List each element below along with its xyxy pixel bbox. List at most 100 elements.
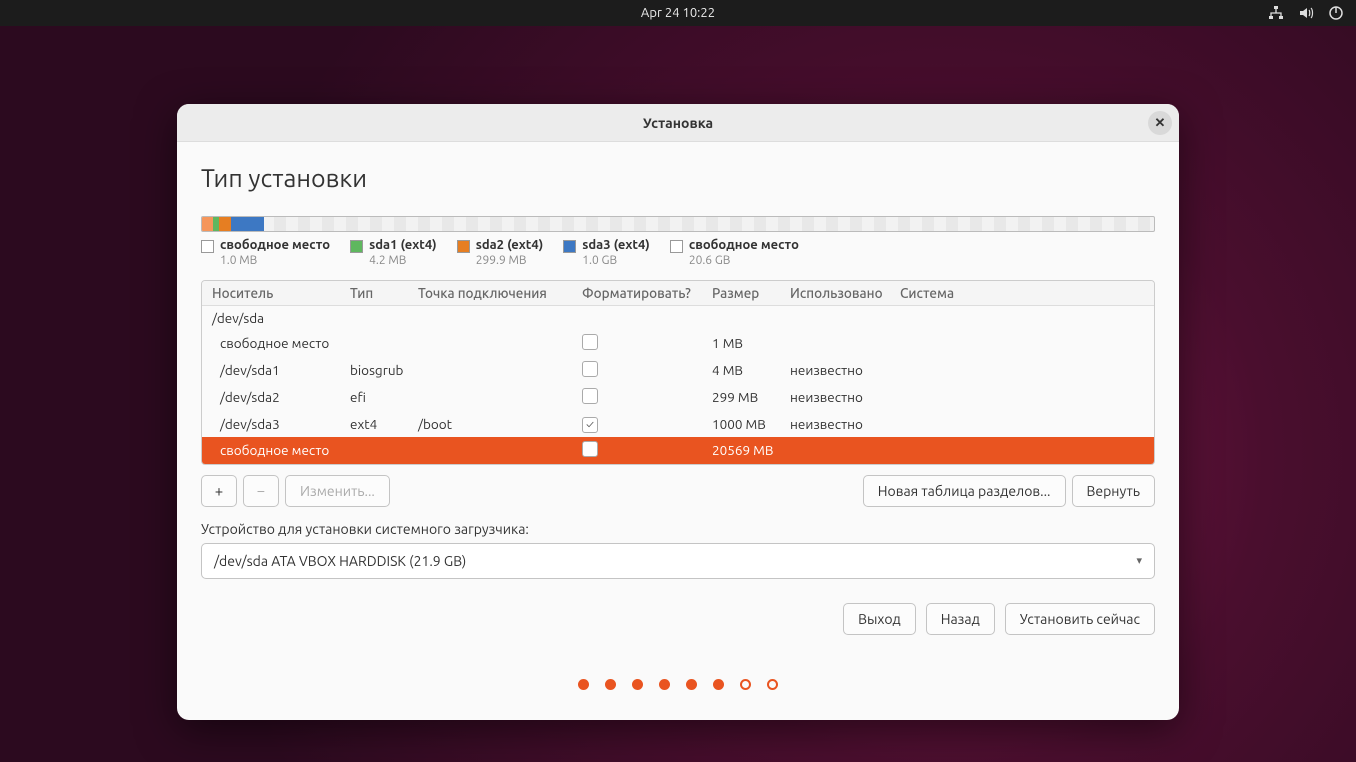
cell-type: ext4 [350, 416, 418, 432]
partition-legend: свободное место1.0 MBsda1 (ext4)4.2 MBsd… [201, 238, 1155, 268]
legend-swatch [457, 240, 470, 253]
table-row[interactable]: свободное место 1 MB [202, 330, 1154, 357]
format-checkbox[interactable] [582, 361, 598, 377]
close-icon: ✕ [1155, 116, 1166, 131]
cell-format [582, 361, 712, 380]
legend-swatch [670, 240, 683, 253]
quit-button[interactable]: Выход [843, 603, 916, 635]
legend-text: свободное место20.6 GB [689, 238, 799, 268]
page-dot [659, 679, 670, 690]
cell-device: /dev/sda3 [212, 416, 350, 432]
cell-format [582, 441, 712, 460]
bootloader-label: Устройство для установки системного загр… [201, 521, 1155, 537]
new-table-button[interactable]: Новая таблица разделов... [863, 475, 1066, 507]
disk-row[interactable]: /dev/sda [202, 306, 1154, 330]
partition-table: Носитель Тип Точка подключения Форматиро… [201, 280, 1155, 465]
col-format: Форматировать? [582, 285, 712, 301]
format-checkbox[interactable] [582, 417, 598, 433]
cell-format [582, 415, 712, 433]
col-mount: Точка подключения [418, 285, 582, 301]
format-checkbox[interactable] [582, 441, 598, 457]
cell-type: biosgrub [350, 362, 418, 378]
legend-name: sda1 (ext4) [369, 238, 437, 254]
table-row[interactable]: /dev/sda1biosgrub 4 MBнеизвестно [202, 357, 1154, 384]
legend-swatch [350, 240, 363, 253]
cell-size: 1000 MB [712, 416, 790, 432]
bootloader-dropdown[interactable]: /dev/sda ATA VBOX HARDDISK (21.9 GB) ▾ [201, 543, 1155, 579]
legend-name: sda2 (ext4) [476, 238, 544, 254]
table-row[interactable]: /dev/sda3ext4/boot 1000 MBнеизвестно [202, 411, 1154, 437]
legend-size: 1.0 MB [220, 254, 330, 268]
bootloader-value: /dev/sda ATA VBOX HARDDISK (21.9 GB) [214, 553, 466, 569]
remove-partition-button[interactable]: − [243, 475, 279, 507]
format-checkbox[interactable] [582, 334, 598, 350]
legend-text: sda2 (ext4)299.9 MB [476, 238, 544, 268]
change-partition-button[interactable]: Изменить... [285, 475, 390, 507]
back-button[interactable]: Назад [926, 603, 995, 635]
page-dot [632, 679, 643, 690]
legend-size: 20.6 GB [689, 254, 799, 268]
page-dot [578, 679, 589, 690]
legend-item: sda1 (ext4)4.2 MB [350, 238, 437, 268]
cell-type: efi [350, 389, 418, 405]
table-row[interactable]: /dev/sda2efi 299 MBнеизвестно [202, 384, 1154, 411]
cell-size: 1 MB [712, 335, 790, 351]
add-partition-button[interactable]: + [201, 475, 237, 507]
legend-text: свободное место1.0 MB [220, 238, 330, 268]
partbar-free1 [202, 217, 213, 231]
network-icon[interactable] [1268, 5, 1284, 21]
cell-device: свободное место [212, 442, 350, 458]
legend-size: 1.0 GB [582, 254, 650, 268]
nav-buttons: Выход Назад Установить сейчас [201, 603, 1155, 635]
legend-swatch [201, 240, 214, 253]
cell-used: неизвестно [790, 362, 900, 378]
page-dot [740, 679, 751, 690]
page-indicator [177, 679, 1179, 690]
legend-text: sda1 (ext4)4.2 MB [369, 238, 437, 268]
power-icon[interactable] [1328, 5, 1344, 21]
close-button[interactable]: ✕ [1148, 111, 1172, 135]
table-header: Носитель Тип Точка подключения Форматиро… [202, 281, 1154, 306]
legend-text: sda3 (ext4)1.0 GB [582, 238, 650, 268]
cell-size: 4 MB [712, 362, 790, 378]
revert-button[interactable]: Вернуть [1072, 475, 1156, 507]
volume-icon[interactable] [1298, 5, 1314, 21]
partition-bar [201, 216, 1155, 232]
cell-format [582, 388, 712, 407]
cell-device: свободное место [212, 335, 350, 351]
partition-toolbar: + − Изменить... Новая таблица разделов..… [201, 475, 1155, 507]
format-checkbox[interactable] [582, 388, 598, 404]
cell-used: неизвестно [790, 389, 900, 405]
content: Тип установки свободное место1.0 MBsda1 … [177, 142, 1179, 657]
page-dot [605, 679, 616, 690]
cell-size: 299 MB [712, 389, 790, 405]
page-dot [767, 679, 778, 690]
col-used: Использовано [790, 285, 900, 301]
top-bar: Apr 24 10:22 [0, 0, 1356, 26]
install-button[interactable]: Установить сейчас [1005, 603, 1155, 635]
col-size: Размер [712, 285, 790, 301]
partbar-sda3 [231, 217, 264, 231]
cell-device: /dev/sda2 [212, 389, 350, 405]
cell-mount: /boot [418, 416, 582, 432]
legend-item: свободное место20.6 GB [670, 238, 799, 268]
legend-size: 299.9 MB [476, 254, 544, 268]
cell-used: неизвестно [790, 416, 900, 432]
installer-window: Установка ✕ Тип установки свободное мест… [177, 104, 1179, 720]
page-dot [686, 679, 697, 690]
cell-device: /dev/sda1 [212, 362, 350, 378]
legend-item: sda2 (ext4)299.9 MB [457, 238, 544, 268]
col-type: Тип [350, 285, 418, 301]
cell-format [582, 334, 712, 353]
legend-name: sda3 (ext4) [582, 238, 650, 254]
page-title: Тип установки [201, 164, 1155, 192]
chevron-down-icon: ▾ [1136, 554, 1142, 567]
legend-name: свободное место [220, 238, 330, 254]
partbar-sda2 [219, 217, 230, 231]
legend-name: свободное место [689, 238, 799, 254]
legend-size: 4.2 MB [369, 254, 437, 268]
window-title: Установка [643, 115, 713, 131]
table-row[interactable]: свободное место20569 MB [202, 437, 1154, 464]
legend-item: sda3 (ext4)1.0 GB [563, 238, 650, 268]
titlebar: Установка ✕ [177, 104, 1179, 142]
